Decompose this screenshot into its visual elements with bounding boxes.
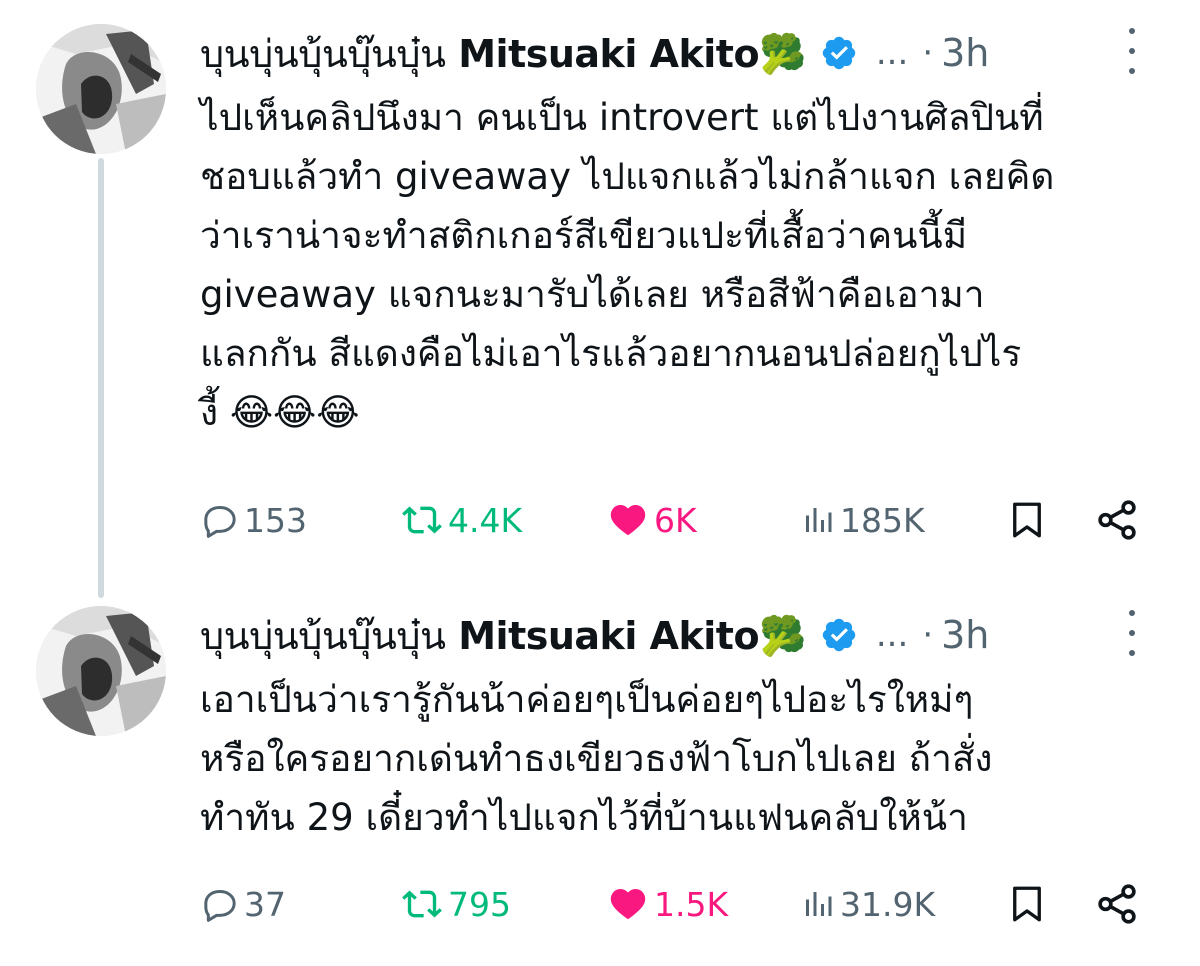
bookmark-button[interactable] [1006, 874, 1048, 934]
like-count: 1.5K [654, 884, 729, 924]
bar-chart-icon [806, 892, 832, 916]
vertical-dots-icon [1129, 28, 1135, 34]
timestamp[interactable]: 3h [941, 613, 989, 657]
vertical-dots-icon [1129, 610, 1135, 616]
views-button[interactable]: 185K [800, 490, 925, 550]
separator-dot: · [922, 615, 934, 655]
share-button[interactable] [1094, 490, 1140, 550]
reply-count: 37 [244, 884, 286, 924]
display-name-latin: Mitsuaki Akito🥦 [458, 613, 806, 658]
speech-bubble-icon [204, 506, 236, 538]
verified-badge-icon [822, 618, 856, 652]
more-options-button[interactable] [1120, 28, 1144, 74]
share-nodes-icon [1098, 500, 1136, 540]
bar-chart-icon [806, 508, 832, 532]
retweet-count: 795 [448, 884, 511, 924]
bookmark-icon [1013, 502, 1041, 538]
like-count: 6K [654, 500, 697, 540]
display-name-latin: Mitsuaki Akito🥦 [458, 31, 806, 76]
views-button[interactable]: 31.9K [800, 874, 935, 934]
heart-icon [610, 889, 646, 920]
like-button[interactable]: 1.5K [606, 874, 728, 934]
tweet-header: บุนบุ่นบุ้นบุ๊นบุ๋น Mitsuaki Akito🥦 ... … [200, 28, 989, 78]
more-options-button[interactable] [1120, 610, 1144, 656]
view-count: 31.9K [840, 884, 936, 924]
display-name[interactable]: บุนบุ่นบุ้นบุ๊นบุ๋น Mitsuaki Akito🥦 [200, 23, 806, 84]
tweet-text: เอาเป็นว่าเรารู้กันน้าค่อยๆเป็นค่อยๆไปอะ… [200, 678, 993, 839]
heart-icon [610, 505, 646, 536]
reply-button[interactable]: 37 [200, 874, 286, 934]
tweet[interactable]: บุนบุ่นบุ้นบุ๊นบุ๋น Mitsuaki Akito🥦 ... … [0, 582, 1200, 966]
avatar[interactable] [36, 24, 166, 154]
tweet-text: ไปเห็นคลิปนึงมา คนเป็น introvert แต่ไปงา… [200, 96, 1055, 434]
retweet-button[interactable]: 795 [400, 874, 511, 934]
display-name-thai: บุนบุ่นบุ้นบุ๊นบุ๋น [200, 31, 446, 76]
share-nodes-icon [1098, 884, 1136, 924]
tweet-actions: 153 4.4K 6K 185K [200, 490, 1150, 550]
bookmark-button[interactable] [1006, 490, 1048, 550]
retweet-arrows-icon [402, 506, 442, 534]
like-button[interactable]: 6K [606, 490, 697, 550]
handle[interactable]: ... [876, 33, 908, 73]
timestamp[interactable]: 3h [941, 31, 989, 75]
reply-button[interactable]: 153 [200, 490, 307, 550]
share-button[interactable] [1094, 874, 1140, 934]
view-count: 185K [840, 500, 925, 540]
retweet-count: 4.4K [448, 500, 523, 540]
display-name[interactable]: บุนบุ่นบุ้นบุ๊นบุ๋น Mitsuaki Akito🥦 [200, 605, 806, 666]
tweet[interactable]: บุนบุ่นบุ้นบุ๊นบุ๋น Mitsuaki Akito🥦 ... … [0, 0, 1200, 582]
verified-badge-icon [822, 36, 856, 70]
reply-count: 153 [244, 500, 307, 540]
retweet-button[interactable]: 4.4K [400, 490, 522, 550]
display-name-thai: บุนบุ่นบุ้นบุ๊นบุ๋น [200, 613, 446, 658]
avatar[interactable] [36, 606, 166, 736]
separator-dot: · [922, 33, 934, 73]
handle[interactable]: ... [876, 615, 908, 655]
bookmark-icon [1013, 886, 1041, 922]
tweet-actions: 37 795 1.5K 31.9K [200, 874, 1150, 934]
retweet-arrows-icon [402, 890, 442, 918]
speech-bubble-icon [204, 890, 236, 922]
tweet-header: บุนบุ่นบุ้นบุ๊นบุ๋น Mitsuaki Akito🥦 ... … [200, 610, 989, 660]
